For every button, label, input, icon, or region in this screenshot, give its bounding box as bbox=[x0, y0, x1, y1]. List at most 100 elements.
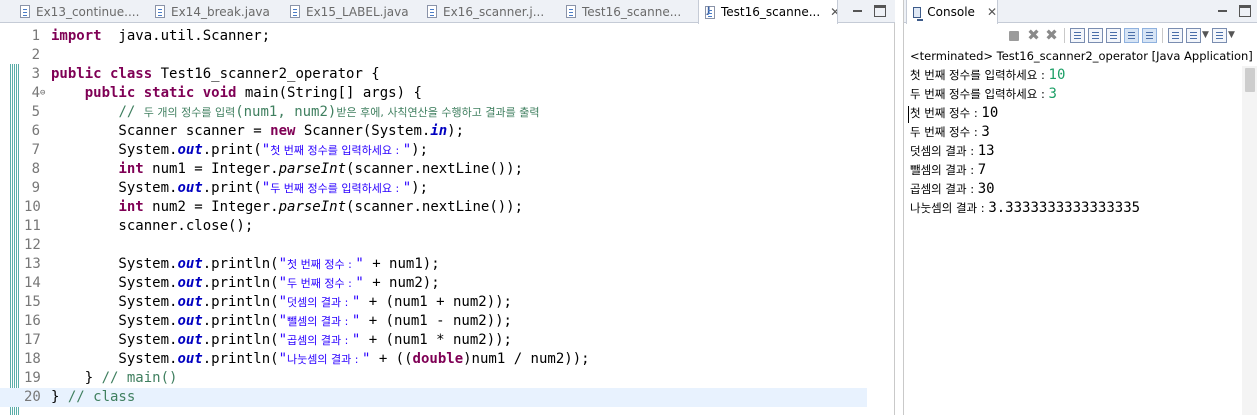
code-editor[interactable]: Ex13_continue.... Ex14_break.java Ex15_L… bbox=[0, 0, 895, 415]
console-prompt: 나눗셈의 결과 : bbox=[910, 201, 989, 215]
code-token: System. bbox=[51, 294, 178, 310]
console-value: 10 bbox=[981, 105, 999, 121]
console-tab-bar: Console ✕ bbox=[904, 0, 1257, 24]
code-token: 곱셈의 결과 : bbox=[287, 334, 352, 347]
code-text: Scanner scanner = new Scanner(System.in)… bbox=[51, 122, 464, 141]
minimize-icon[interactable] bbox=[1217, 5, 1229, 17]
display-console-icon[interactable] bbox=[1186, 28, 1201, 43]
java-file-icon bbox=[705, 5, 715, 19]
code-line[interactable]: 5 // 두 개의 정수를 입력(num1, num2)받은 후에, 사칙연산을… bbox=[0, 103, 867, 122]
code-token: out bbox=[177, 142, 203, 158]
code-token: scanner.close(); bbox=[51, 218, 254, 234]
code-token: )num1 / num2)); bbox=[463, 351, 590, 367]
pin-console-icon[interactable] bbox=[1168, 28, 1183, 43]
code-token: " bbox=[278, 294, 288, 310]
line-number: 1 bbox=[31, 28, 40, 44]
code-token: 첫 번째 정수를 입력하세요 : bbox=[270, 144, 403, 157]
console-output-line: 첫 번째 정수 : 10 bbox=[910, 104, 998, 123]
code-token: + num2); bbox=[363, 275, 440, 291]
line-number: 7 bbox=[31, 142, 40, 158]
code-line[interactable]: 1 import java.util.Scanner; bbox=[0, 27, 867, 46]
code-token: } bbox=[51, 389, 68, 405]
console-view[interactable]: Console ✕ ✖ ✖ ▼ ▼ <terminated> Test16_sc… bbox=[903, 0, 1257, 415]
code-line[interactable]: 12 bbox=[0, 236, 867, 255]
code-line[interactable]: 9 System.out.print("두 번째 정수를 입력하세요 : "); bbox=[0, 179, 867, 198]
maximize-icon[interactable] bbox=[1239, 5, 1251, 17]
show-on-stderr-icon[interactable] bbox=[1142, 28, 1157, 43]
code-line[interactable]: 16 System.out.println("뺄셈의 결과 : " + (num… bbox=[0, 312, 867, 331]
chevron-down-icon[interactable]: ▼ bbox=[1228, 28, 1236, 43]
code-line[interactable]: 18 System.out.println("나눗셈의 결과 : " + ((d… bbox=[0, 350, 867, 369]
line-number: 9 bbox=[31, 180, 40, 196]
code-token: // bbox=[118, 104, 144, 120]
editor-tab-active[interactable]: Test16_scanne... ✕ bbox=[698, 0, 838, 24]
editor-tab[interactable]: Ex15_LABEL.java bbox=[284, 0, 414, 23]
code-token: " bbox=[402, 180, 412, 196]
line-number: 3 bbox=[31, 66, 40, 82]
editor-tab-label: Test16_scanne... bbox=[582, 4, 682, 19]
editor-tab[interactable]: Ex14_break.java bbox=[149, 0, 277, 23]
code-token: Scanner scanner = bbox=[51, 123, 271, 139]
code-line[interactable]: 4 ⊖ public static void main(String[] args… bbox=[0, 84, 867, 103]
code-area[interactable]: 1 import java.util.Scanner; 2 3 public class… bbox=[0, 24, 895, 415]
code-line[interactable]: 17 System.out.println("곱셈의 결과 : " + (num… bbox=[0, 331, 867, 350]
code-token: " bbox=[261, 142, 271, 158]
code-token: " bbox=[278, 256, 288, 272]
code-token: 나눗셈의 결과 : bbox=[287, 353, 362, 366]
open-console-icon[interactable] bbox=[1212, 28, 1227, 43]
code-token: System. bbox=[51, 332, 178, 348]
maximize-icon[interactable] bbox=[874, 5, 886, 17]
code-token: .print( bbox=[202, 142, 262, 158]
code-token: ); bbox=[447, 123, 465, 139]
code-token: // main() bbox=[101, 370, 178, 386]
code-line[interactable]: 7 System.out.print("첫 번째 정수를 입력하세요 : "); bbox=[0, 141, 867, 160]
terminate-icon[interactable] bbox=[1009, 31, 1019, 41]
close-tab-icon[interactable]: ✕ bbox=[830, 5, 837, 19]
console-scrollbar[interactable] bbox=[1242, 66, 1257, 415]
console-prompt: 뺄셈의 결과 : bbox=[910, 163, 978, 177]
console-prompt: 첫 번째 정수 : bbox=[910, 106, 982, 120]
console-tab[interactable]: Console ✕ bbox=[906, 0, 998, 24]
fold-toggle-icon[interactable]: ⊖ bbox=[40, 89, 45, 98]
line-number: 20 bbox=[24, 389, 41, 405]
console-output-line: 덧셈의 결과 : 13 bbox=[910, 142, 995, 161]
code-line[interactable]: 13 System.out.println("첫 번째 정수 : " + num… bbox=[0, 255, 867, 274]
code-line[interactable]: 14 System.out.println("두 번째 정수 : " + num… bbox=[0, 274, 867, 293]
close-tab-icon[interactable]: ✕ bbox=[987, 5, 997, 19]
remove-all-launches-icon[interactable]: ✖ bbox=[1044, 28, 1059, 43]
show-on-stdout-icon[interactable] bbox=[1124, 28, 1139, 43]
code-token: System. bbox=[51, 275, 178, 291]
code-token: System. bbox=[51, 351, 178, 367]
code-token: 첫 번째 정수 : bbox=[287, 258, 356, 271]
word-wrap-icon[interactable] bbox=[1106, 28, 1121, 43]
remove-launch-icon[interactable]: ✖ bbox=[1026, 28, 1041, 43]
scroll-lock-icon[interactable] bbox=[1088, 28, 1103, 43]
code-token: 두 번째 정수 : bbox=[287, 277, 356, 290]
console-value: 30 bbox=[977, 181, 995, 197]
clear-console-icon[interactable] bbox=[1070, 28, 1085, 43]
editor-tab[interactable]: Test16_scanne... bbox=[560, 0, 694, 23]
code-line[interactable]: 15 System.out.println("덧셈의 결과 : " + (num… bbox=[0, 293, 867, 312]
code-token: System. bbox=[51, 313, 178, 329]
code-line[interactable]: 6 Scanner scanner = new Scanner(System.i… bbox=[0, 122, 867, 141]
code-line[interactable]: 8 int num1 = Integer.parseInt(scanner.ne… bbox=[0, 160, 867, 179]
code-token: 덧셈의 결과 : bbox=[287, 296, 352, 309]
minimize-icon[interactable] bbox=[852, 5, 864, 17]
editor-tab-label: Test16_scanne... bbox=[721, 5, 821, 19]
toolbar-separator bbox=[1162, 28, 1163, 43]
launch-status: <terminated> Test16_scanner2_operator [J… bbox=[910, 49, 1256, 63]
code-token: + (num1 + num2)); bbox=[360, 294, 512, 310]
editor-tab[interactable]: Ex13_continue.... bbox=[14, 0, 142, 23]
code-line[interactable]: 11 scanner.close(); bbox=[0, 217, 867, 236]
code-token: " bbox=[355, 275, 364, 291]
code-line[interactable]: 19 } // main() bbox=[0, 369, 867, 388]
line-number: 18 bbox=[24, 351, 41, 367]
editor-tab[interactable]: Ex16_scanner.j... bbox=[421, 0, 553, 23]
code-line[interactable]: 3 public class Test16_scanner2_operator { bbox=[0, 65, 867, 84]
chevron-down-icon[interactable]: ▼ bbox=[1202, 28, 1210, 43]
code-text: public class Test16_scanner2_operator { bbox=[51, 65, 380, 84]
code-line[interactable]: 20} // class bbox=[0, 388, 867, 407]
code-line[interactable]: 2 bbox=[0, 46, 867, 65]
code-line[interactable]: 10 int num2 = Integer.parseInt(scanner.n… bbox=[0, 198, 867, 217]
scrollbar-thumb[interactable] bbox=[1245, 68, 1255, 92]
